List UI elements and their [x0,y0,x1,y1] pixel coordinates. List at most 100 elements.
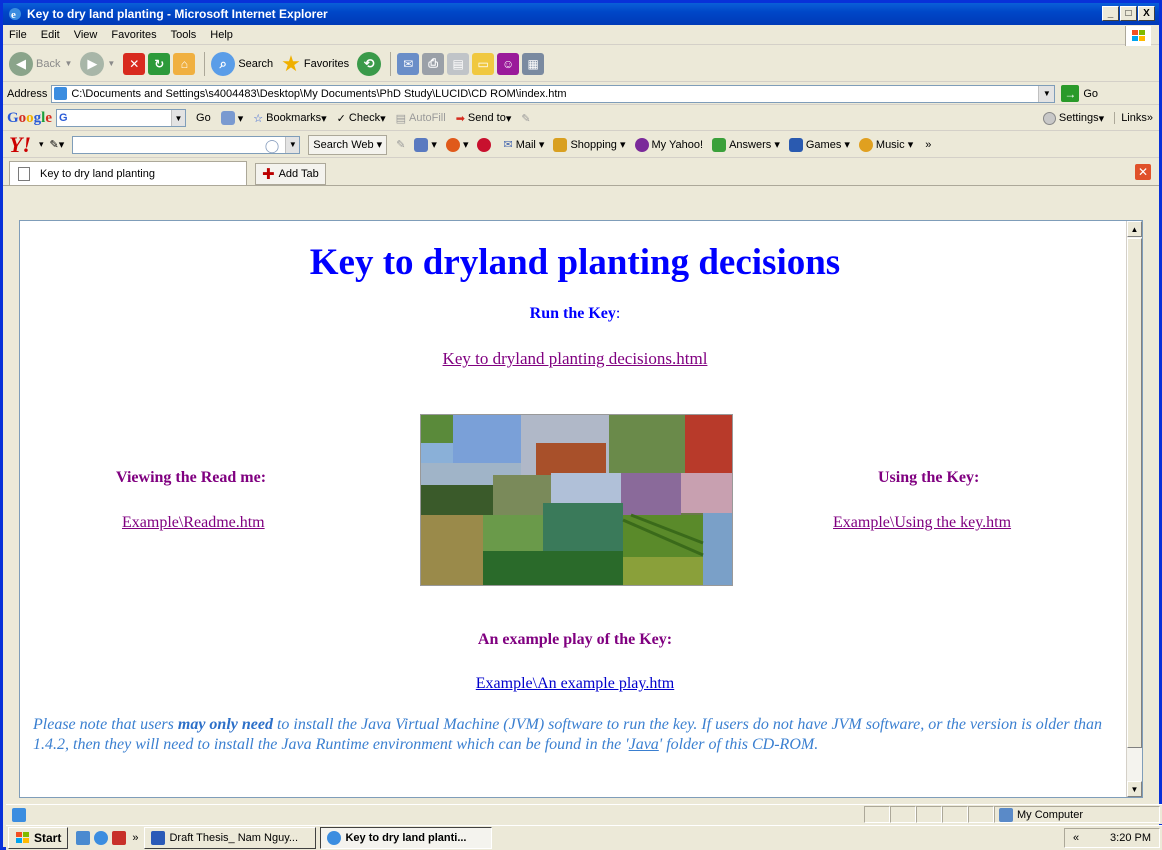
refresh-icon[interactable]: ↻ [148,52,171,75]
folder-icon[interactable]: ▭ [472,52,495,75]
crosshair-icon [445,137,460,152]
yahoo-search-input[interactable]: ◯ ▼ [72,135,301,154]
google-options-button[interactable]: ▾ [220,111,243,125]
pencil-icon: ✎ [521,112,531,125]
yahoo-music-button[interactable]: Music ▾ [858,137,913,152]
quicklaunch-ie-icon[interactable] [94,831,109,845]
run-key-link[interactable]: Key to dryland planting decisions.html [20,349,1130,369]
edit-icon[interactable]: ▤ [447,52,470,75]
messenger-icon[interactable]: ☺ [497,52,520,75]
history-icon[interactable]: ⟲ [357,51,382,76]
windows-start-icon [16,832,29,843]
envelope-icon: ✉ [503,139,513,151]
ie-task-icon [327,831,342,845]
yahoo-menu-dropdown[interactable]: ▾ [39,139,44,150]
java-folder-link[interactable]: Java [629,736,659,753]
menu-tools[interactable]: Tools [171,29,197,41]
send-to-icon: ➡ [455,112,465,125]
menu-favorites[interactable]: Favorites [111,29,156,41]
autofill-icon: ▤ [395,112,407,125]
close-tab-icon[interactable]: ✕ [1135,164,1151,180]
search-button[interactable]: ⌕ Search [211,51,273,76]
highlight-button[interactable]: ✎ [521,112,530,125]
autofill-button[interactable]: ▤ AutoFill [396,112,446,125]
menu-file[interactable]: File [9,29,27,41]
bookmarks-star-icon: ☆ [253,112,264,125]
google-dropdown-icon[interactable]: ▼ [171,110,186,126]
google-search-input[interactable]: G ▼ [56,109,187,127]
yahoo-more-button[interactable]: » [925,139,931,151]
menu-edit[interactable]: Edit [41,29,60,41]
taskbar-ie-window[interactable]: Key to dry land planti... [320,827,493,849]
security-zone: My Computer [999,806,1159,823]
puzzle-icon [220,111,235,125]
yahoo-answers-button[interactable]: Answers ▾ [712,137,780,152]
send-to-button[interactable]: ➡ Send to ▾ [456,112,512,125]
google-settings-button[interactable]: Settings ▾ [1042,111,1104,125]
yahoo-antispy-button[interactable]: ▾ [445,137,468,152]
address-bar: Address C:\Documents and Settings\s40044… [3,83,1159,105]
settings-icon [1042,111,1056,125]
yahoo-icon-button[interactable] [477,137,494,152]
minimize-button[interactable]: _ [1102,6,1119,21]
page-icon [18,166,30,181]
menu-help[interactable]: Help [210,29,233,41]
address-label: Address [7,87,48,100]
java-note: Please note that users may only need to … [33,716,1103,753]
add-tab-button[interactable]: ✚ Add Tab [255,163,326,185]
standard-toolbar: ◀ Back ▼ ▶ ▼ ✕ ↻ ⌂ ⌕ Search ★ Favorites … [3,46,1159,82]
tray-expand[interactable]: « [1073,832,1079,844]
go-button[interactable]: → Go [1061,85,1098,102]
games-icon [788,137,803,152]
address-dropdown-icon[interactable]: ▼ [1038,85,1055,102]
pen-icon: ✎ [396,139,406,151]
address-input[interactable]: C:\Documents and Settings\s4004483\Deskt… [51,84,1056,103]
go-arrow-icon: → [1061,85,1080,102]
yahoo-layout-button[interactable]: ▾ [414,137,437,152]
home-icon[interactable]: ⌂ [173,52,196,75]
search-icon: ⌕ [211,51,236,76]
print-icon[interactable]: ⎙ [422,52,445,75]
maximize-button[interactable]: □ [1120,6,1137,21]
vertical-scrollbar[interactable]: ▲ ▼ [1126,221,1142,797]
scroll-down-icon[interactable]: ▼ [1127,781,1142,797]
yahoo-pen-button[interactable]: ✎ [396,138,405,151]
quicklaunch-more[interactable]: » [132,832,138,844]
example-play-link[interactable]: Example\An example play.htm [20,675,1130,693]
page-ie-icon [54,87,68,100]
using-key-link[interactable]: Example\Using the key.htm [833,514,1011,532]
scroll-up-icon[interactable]: ▲ [1127,221,1142,237]
back-button[interactable]: ◀ Back ▼ [9,51,72,76]
quicklaunch-app-icon[interactable] [112,831,127,845]
forward-button[interactable]: ▶ ▼ [80,51,115,76]
yahoo-games-button[interactable]: Games ▾ [788,137,850,152]
start-button[interactable]: Start [8,827,69,849]
favorites-button[interactable]: ★ Favorites [281,51,349,77]
yahoo-search-dropdown-icon[interactable]: ▼ [285,136,300,153]
quicklaunch-desktop-icon[interactable] [76,831,91,845]
title-bar: e Key to dry land planting - Microsoft I… [3,3,1159,25]
readme-link[interactable]: Example\Readme.htm [122,514,265,532]
research-icon[interactable]: ▦ [522,52,545,75]
search-web-button[interactable]: Search Web ▾ [308,134,388,155]
close-button[interactable]: X [1138,6,1155,21]
links-button[interactable]: Links » [1114,112,1153,124]
yahoo-pencil-icon[interactable]: ✎▾ [50,138,65,151]
my-yahoo-button[interactable]: My Yahoo! [634,137,703,152]
crop-photo-collage [420,414,733,586]
yahoo-shopping-button[interactable]: Shopping ▾ [553,137,626,152]
menu-view[interactable]: View [74,29,98,41]
my-computer-icon [999,807,1013,822]
mail-icon[interactable]: ✉ [397,52,420,75]
page-title: Key to dryland planting decisions [309,242,841,283]
taskbar-word-document[interactable]: Draft Thesis_ Nam Nguy... [144,827,317,849]
check-button[interactable]: ✓ Check ▾ [337,112,386,125]
stop-icon[interactable]: ✕ [123,52,146,75]
tab-key-to-dry-land-planting[interactable]: Key to dry land planting [9,161,247,185]
scroll-thumb[interactable] [1127,238,1142,748]
google-go-button[interactable]: Go [196,112,211,124]
yahoo-mail-button[interactable]: ✉ Mail ▾ [503,138,544,152]
bookmarks-button[interactable]: ☆ Bookmarks ▾ [253,112,326,125]
ie-icon: e [9,8,21,21]
yahoo-toolbar: Y! ▾ ✎▾ ◯ ▼ Search Web ▾ ✎ ▾ ▾ ✉ Mail ▾ S… [3,132,1159,158]
